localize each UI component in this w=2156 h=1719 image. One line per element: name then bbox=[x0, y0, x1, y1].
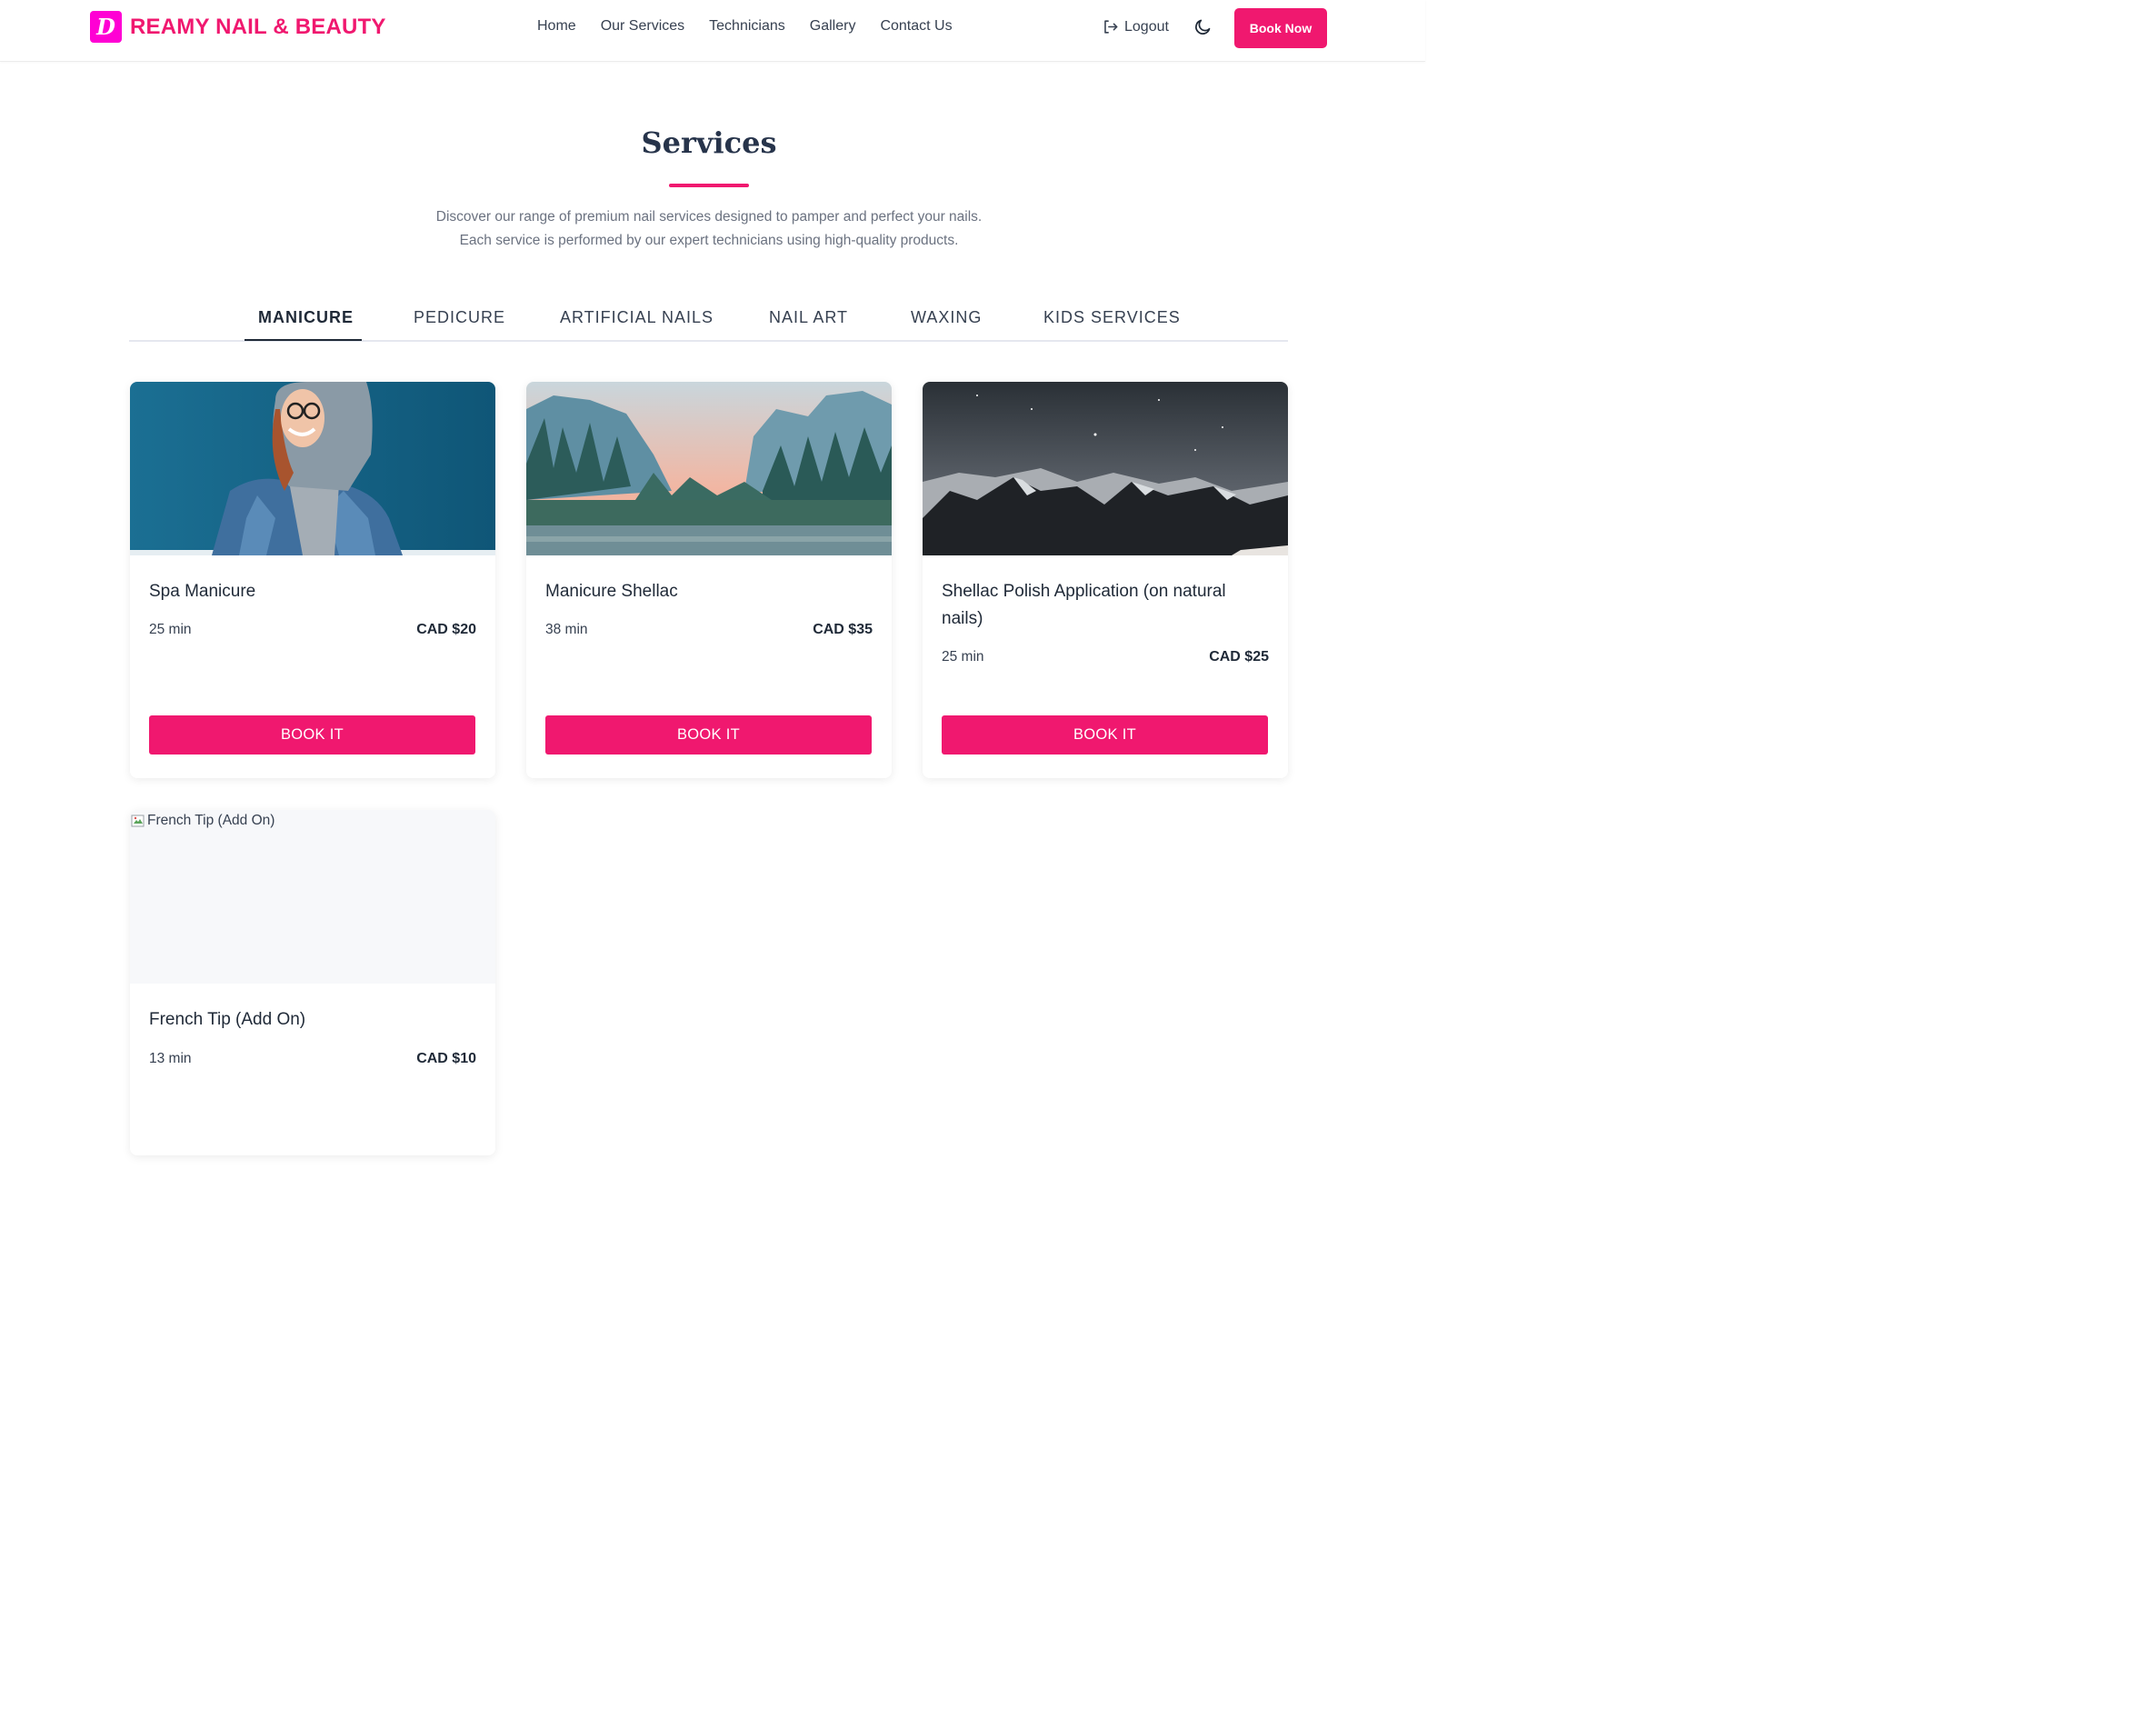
intro-line-1: Discover our range of premium nail servi… bbox=[435, 209, 983, 225]
page-title: Services bbox=[641, 125, 777, 160]
title-divider bbox=[669, 184, 749, 187]
service-card: Shellac Polish Application (on natural n… bbox=[923, 382, 1288, 778]
service-card: Spa Manicure 25 min CAD $20 BOOK IT bbox=[130, 382, 495, 778]
logout-icon bbox=[1104, 20, 1118, 34]
service-duration: 38 min bbox=[545, 622, 588, 637]
dark-mode-toggle-icon[interactable] bbox=[1193, 17, 1213, 36]
brand-name: REAMY NAIL & BEAUTY bbox=[130, 14, 386, 39]
book-it-button[interactable]: BOOK IT bbox=[149, 715, 475, 755]
nav-home[interactable]: Home bbox=[537, 18, 576, 35]
logout-button[interactable]: Logout bbox=[1102, 18, 1169, 35]
broken-image-icon bbox=[131, 815, 145, 827]
tab-manicure[interactable]: MANICURE bbox=[258, 308, 354, 327]
tab-waxing[interactable]: WAXING bbox=[911, 308, 982, 327]
service-image: French Tip (Add On) bbox=[130, 810, 495, 984]
service-price: CAD $20 bbox=[416, 622, 476, 637]
nav-our-services[interactable]: Our Services bbox=[601, 18, 684, 35]
service-image bbox=[526, 382, 892, 555]
tab-artificial-nails[interactable]: ARTIFICIAL NAILS bbox=[560, 308, 714, 327]
service-duration: 25 min bbox=[942, 649, 984, 665]
service-name: Manicure Shellac bbox=[545, 582, 678, 601]
service-card: French Tip (Add On) French Tip (Add On) … bbox=[130, 810, 495, 1155]
logout-label: Logout bbox=[1124, 18, 1169, 35]
tab-pedicure[interactable]: PEDICURE bbox=[414, 308, 505, 327]
service-card: Manicure Shellac 38 min CAD $35 BOOK IT bbox=[526, 382, 892, 778]
nav-contact-us[interactable]: Contact Us bbox=[880, 18, 952, 35]
service-duration: 25 min bbox=[149, 622, 192, 637]
service-price: CAD $25 bbox=[1209, 649, 1269, 665]
service-image bbox=[130, 382, 495, 555]
book-now-button[interactable]: Book Now bbox=[1234, 8, 1327, 48]
logo-icon: D bbox=[90, 11, 122, 43]
tab-nail-art[interactable]: NAIL ART bbox=[769, 308, 848, 327]
intro-line-2: Each service is performed by our expert … bbox=[459, 233, 959, 248]
service-price: CAD $10 bbox=[416, 1051, 476, 1066]
main-nav: Home Our Services Technicians Gallery Co… bbox=[537, 18, 953, 35]
image-alt-text: French Tip (Add On) bbox=[131, 813, 274, 829]
tab-kids-services[interactable]: KIDS SERVICES bbox=[1043, 308, 1181, 327]
nav-gallery[interactable]: Gallery bbox=[810, 18, 856, 35]
service-image bbox=[923, 382, 1288, 555]
service-name: French Tip (Add On) bbox=[149, 1010, 306, 1029]
book-it-button[interactable]: BOOK IT bbox=[942, 715, 1268, 755]
site-header: D REAMY NAIL & BEAUTY Home Our Services … bbox=[0, 0, 1425, 62]
image-alt-label: French Tip (Add On) bbox=[147, 813, 275, 828]
service-name: Spa Manicure bbox=[149, 582, 256, 601]
service-name: Shellac Polish Application (on natural n… bbox=[942, 582, 1226, 628]
active-tab-indicator bbox=[245, 339, 362, 341]
brand-logo[interactable]: D REAMY NAIL & BEAUTY bbox=[90, 11, 386, 43]
service-duration: 13 min bbox=[149, 1051, 192, 1066]
intro-text: Discover our range of premium nail servi… bbox=[0, 205, 1418, 253]
nav-technicians[interactable]: Technicians bbox=[709, 18, 785, 35]
service-price: CAD $35 bbox=[813, 622, 873, 637]
book-it-button[interactable]: BOOK IT bbox=[545, 715, 872, 755]
